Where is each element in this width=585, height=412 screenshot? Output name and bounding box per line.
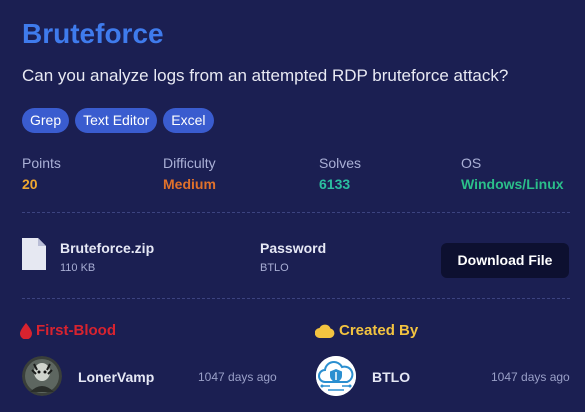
challenge-description: Can you analyze logs from an attempted R…: [22, 66, 509, 85]
stat-value: 6133: [319, 176, 351, 192]
password-label: Password: [260, 240, 327, 256]
file-size: 110 KB: [60, 262, 96, 274]
stat-label: Difficulty: [163, 155, 216, 171]
first-blood-time: 1047 days ago: [198, 370, 277, 384]
btlo-logo-icon: [316, 356, 356, 396]
cloud-icon: [315, 324, 335, 338]
tag-excel[interactable]: Excel: [163, 108, 214, 133]
download-file-button[interactable]: Download File: [441, 243, 569, 278]
creator-user[interactable]: BTLO: [372, 369, 410, 385]
stat-value: Windows/Linux: [461, 176, 564, 192]
first-blood-heading: First-Blood: [20, 322, 116, 339]
first-blood-avatar[interactable]: [22, 356, 62, 396]
creator-time: 1047 days ago: [491, 370, 570, 384]
challenge-title: Bruteforce: [22, 18, 164, 49]
file-name: Bruteforce.zip: [60, 240, 155, 256]
creator-avatar[interactable]: [316, 356, 356, 396]
divider: [22, 298, 570, 299]
blood-drop-icon: [20, 322, 32, 339]
stat-label: Points: [22, 155, 61, 171]
tag-text-editor[interactable]: Text Editor: [75, 108, 158, 133]
stat-os: OS Windows/Linux: [461, 155, 564, 192]
stat-label: OS: [461, 155, 482, 171]
stat-points: Points 20: [22, 155, 61, 192]
stat-value: 20: [22, 176, 38, 192]
first-blood-label: First-Blood: [36, 322, 116, 339]
created-by-label: Created By: [339, 322, 419, 339]
stat-difficulty: Difficulty Medium: [163, 155, 216, 192]
first-blood-user[interactable]: LonerVamp: [78, 369, 154, 385]
stat-label: Solves: [319, 155, 362, 171]
stat-solves: Solves 6133: [319, 155, 361, 192]
created-by-heading: Created By: [315, 322, 418, 339]
tag-grep[interactable]: Grep: [22, 108, 70, 133]
divider: [22, 212, 570, 213]
tag-list: Grep Text Editor Excel: [22, 108, 214, 133]
stat-value: Medium: [163, 176, 216, 192]
avatar-image: [22, 356, 62, 396]
file-icon: [22, 238, 46, 270]
password-value: BTLO: [260, 262, 289, 274]
